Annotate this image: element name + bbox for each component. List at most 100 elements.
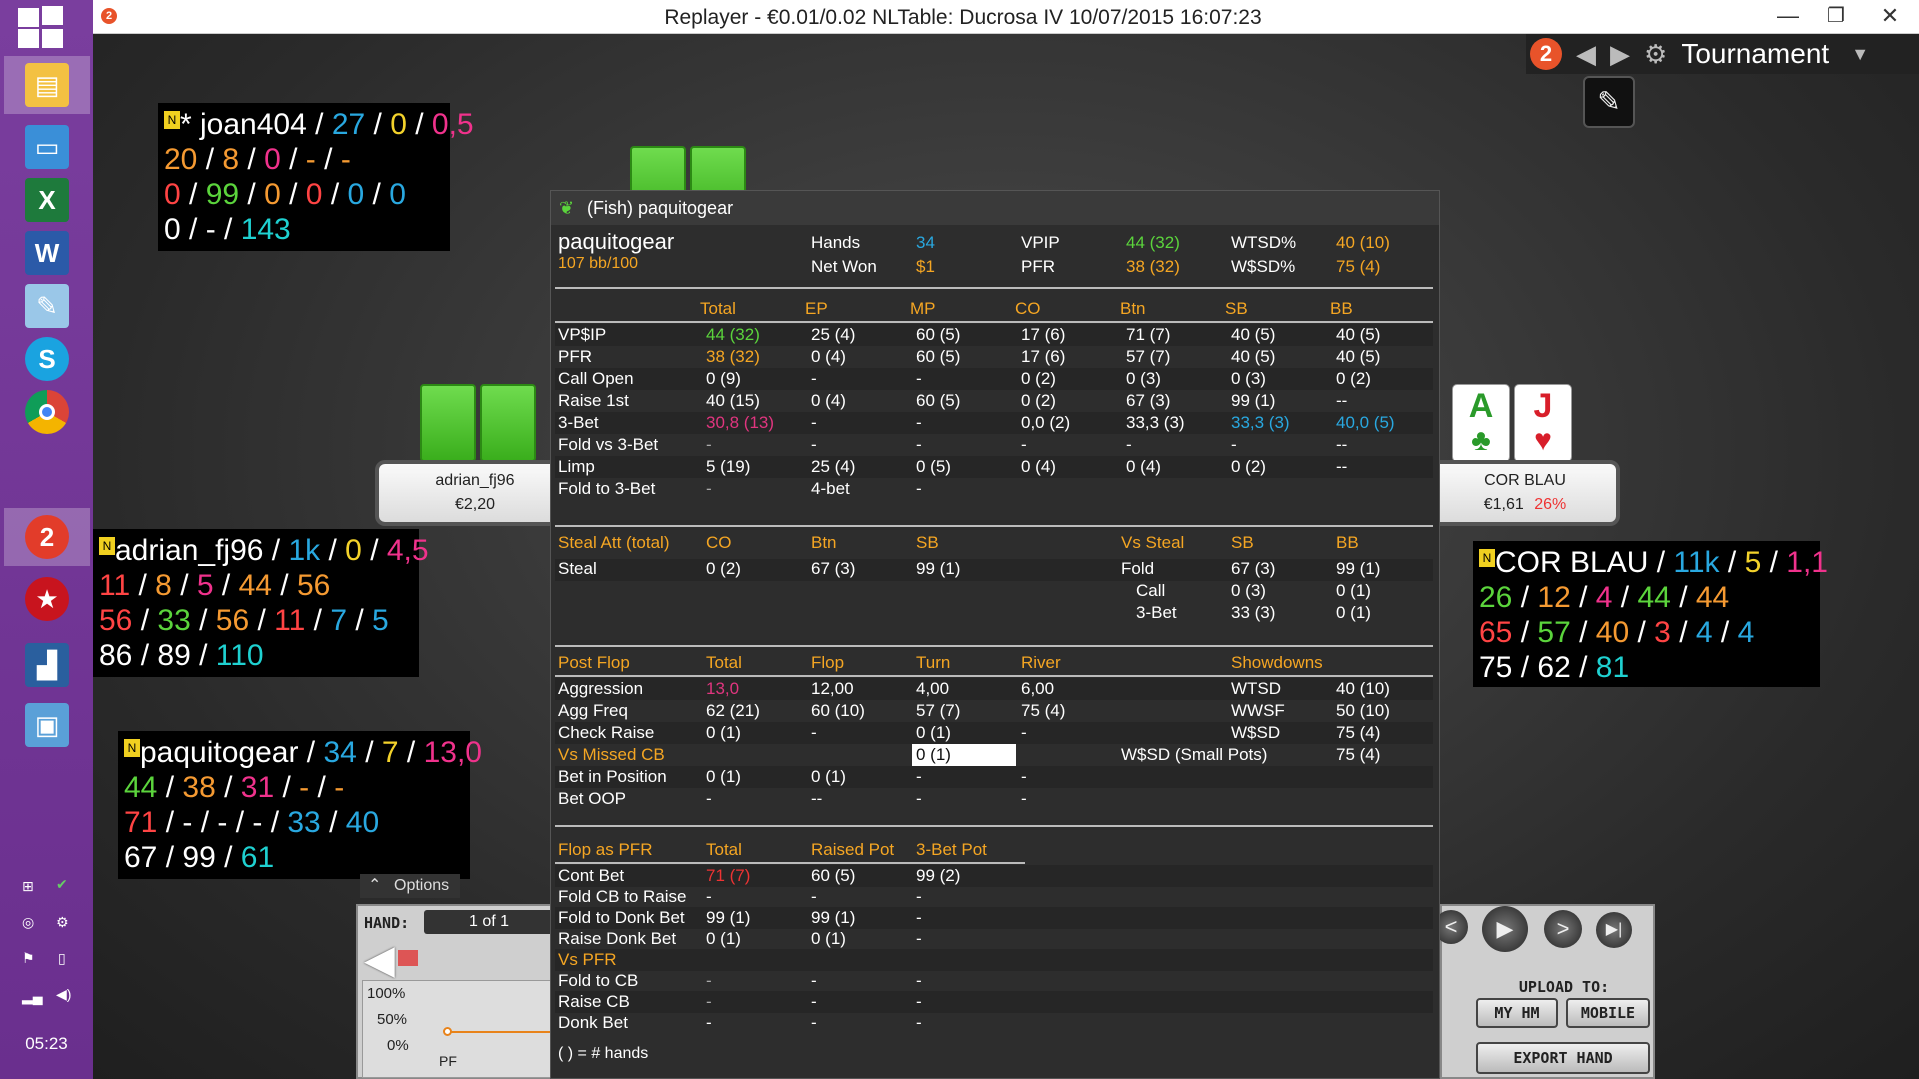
stat-cell: 71 (7) bbox=[706, 866, 751, 885]
summary-label: W$SD% bbox=[1231, 257, 1296, 276]
row-label: Call Open bbox=[558, 369, 634, 388]
stat-cell: - bbox=[811, 723, 817, 742]
hud-stat: 0 bbox=[347, 178, 365, 211]
clock[interactable]: 05:23 bbox=[0, 1034, 93, 1054]
hud-joan404[interactable]: N * joan404 / 27 / 0 / 0,5 20 / 8 / 0 / -… bbox=[158, 103, 474, 251]
start-button[interactable] bbox=[18, 6, 66, 48]
hole-card-ace-clubs: A ♣ bbox=[1452, 384, 1510, 462]
flag-icon[interactable]: ⚑ bbox=[22, 950, 35, 967]
seat-adrian[interactable]: adrian_fj96 €2,20 bbox=[375, 460, 575, 526]
upload-label: UPLOAD TO: bbox=[1518, 978, 1610, 996]
next-street-icon[interactable]: > bbox=[1544, 910, 1582, 948]
seat-percent: 26% bbox=[1534, 496, 1567, 513]
options-toggle[interactable]: ⌃ Options bbox=[360, 874, 460, 898]
hud-stat: 0 bbox=[164, 178, 181, 211]
remote-desktop-app[interactable]: ▭ bbox=[4, 118, 90, 176]
chrome-app[interactable] bbox=[4, 383, 90, 441]
stat-cell: 0 (3) bbox=[1231, 369, 1266, 388]
stat-cell: - bbox=[811, 369, 817, 388]
upload-my-hm-button[interactable]: MY HM bbox=[1476, 998, 1558, 1028]
notes-badge-icon[interactable]: N bbox=[1479, 549, 1495, 567]
stat-cell: 0 (1) bbox=[1336, 581, 1371, 600]
summary-value: 44 (32) bbox=[1126, 233, 1180, 252]
word-app[interactable]: W bbox=[4, 224, 90, 282]
hud-stat: 143 bbox=[240, 213, 291, 246]
stat-cell: -- bbox=[1336, 435, 1348, 454]
hud-stat: 67 bbox=[124, 841, 158, 874]
row-label: Bet in Position bbox=[558, 767, 667, 786]
hm-logo-icon[interactable]: 2 bbox=[1530, 38, 1562, 70]
signal-icon[interactable]: ▂▄ bbox=[22, 988, 43, 1005]
hud-stat: / bbox=[1570, 581, 1596, 614]
stat-cell: 99 (1) bbox=[916, 559, 961, 578]
skype-tray-icon[interactable]: ◎ bbox=[22, 914, 34, 931]
mode-dropdown[interactable]: Tournament bbox=[1681, 38, 1829, 70]
stat-cell: 0 (4) bbox=[1126, 457, 1161, 476]
windows-icon[interactable]: ⊞ bbox=[22, 878, 34, 895]
hud-stat: / bbox=[1670, 616, 1696, 649]
seat-cor-blau[interactable]: COR BLAU €1,61 26% bbox=[1430, 460, 1620, 526]
column-header: CO bbox=[706, 533, 732, 552]
hud-stat: / bbox=[1648, 546, 1674, 579]
hud-row: 0 / 99 / 0 / 0 / 0 / 0 bbox=[164, 177, 444, 212]
holdem-manager-app[interactable]: 2 bbox=[4, 508, 90, 566]
minimize-button[interactable]: — bbox=[1763, 0, 1813, 34]
tray-app-icon[interactable]: ✔ bbox=[56, 876, 68, 893]
column-header: Total bbox=[706, 840, 742, 859]
prev-table-icon[interactable]: ◀ bbox=[1576, 39, 1596, 70]
row-stripe bbox=[555, 368, 1433, 390]
notes-badge-icon[interactable]: N bbox=[164, 111, 180, 129]
stat-cell: 60 (5) bbox=[811, 866, 856, 885]
chart-app[interactable]: ▟ bbox=[4, 636, 90, 694]
seat-stack: €1,61 bbox=[1483, 496, 1524, 513]
hud-adrian-fj96[interactable]: Nadrian_fj96 / 1k / 0 / 4,5 11 / 8 / 5 /… bbox=[93, 529, 429, 677]
export-hand-button[interactable]: EXPORT HAND bbox=[1476, 1042, 1650, 1074]
hud-paquitogear[interactable]: Npaquitogear / 34 / 7 / 13,0 44 / 38 / 3… bbox=[118, 731, 482, 879]
volume-icon[interactable]: ◀) bbox=[56, 986, 71, 1003]
hud-stat: / bbox=[157, 771, 183, 804]
showdown-label: W$SD bbox=[1231, 723, 1281, 742]
popup-title-bar[interactable]: ❦ (Fish) paquitogear bbox=[551, 191, 1439, 225]
next-table-icon[interactable]: ▶ bbox=[1610, 39, 1630, 70]
excel-app[interactable]: X bbox=[4, 171, 90, 229]
restore-button[interactable]: ❐ bbox=[1811, 0, 1861, 34]
slider-thumb[interactable] bbox=[398, 950, 418, 966]
play-button[interactable]: ▶ bbox=[1482, 906, 1528, 952]
gear-icon[interactable]: ⚙ bbox=[1644, 39, 1667, 70]
hud-cor-blau[interactable]: N COR BLAU / 11k / 5 / 1,1 26 / 12 / 4 / … bbox=[1473, 541, 1828, 687]
notes-badge-icon[interactable]: N bbox=[124, 739, 140, 757]
row-stripe bbox=[555, 412, 1433, 434]
pokerstars-app[interactable]: ★ bbox=[4, 570, 90, 628]
stat-cell: 0,0 (2) bbox=[1021, 413, 1071, 432]
upload-mobile-button[interactable]: MOBILE bbox=[1566, 998, 1650, 1028]
battery-icon[interactable]: ▯ bbox=[58, 950, 66, 967]
row-label: 3-Bet bbox=[1136, 603, 1177, 622]
column-header: EP bbox=[805, 299, 828, 318]
card-back bbox=[420, 384, 476, 462]
replay-controls: < ▶ > ▶| UPLOAD TO: MY HM MOBILE EXPORT … bbox=[1434, 904, 1655, 1079]
seat-player-name: COR BLAU bbox=[1484, 472, 1566, 489]
close-button[interactable]: ✕ bbox=[1865, 0, 1915, 34]
chevron-down-icon[interactable]: ▼ bbox=[1851, 44, 1869, 65]
popup-title: (Fish) paquitogear bbox=[587, 198, 734, 218]
stat-cell: 0 (4) bbox=[811, 391, 846, 410]
edit-notes-button[interactable]: ✎ bbox=[1583, 76, 1635, 128]
skype-app[interactable]: S bbox=[4, 330, 90, 388]
stat-cell: 5 (19) bbox=[706, 457, 751, 476]
photos-app[interactable]: ▣ bbox=[4, 696, 90, 754]
hud-stat: 5 bbox=[196, 569, 214, 602]
hand-counter[interactable]: 1 of 1 bbox=[424, 910, 554, 934]
row-label: Cont Bet bbox=[558, 866, 625, 885]
notes-badge-icon[interactable]: N bbox=[99, 537, 115, 555]
hud-stat: / bbox=[347, 604, 373, 637]
notepad-app[interactable]: ✎ bbox=[4, 277, 90, 335]
hud-row: N COR BLAU / 11k / 5 / 1,1 bbox=[1479, 545, 1828, 580]
settings-tray-icon[interactable]: ⚙ bbox=[56, 914, 69, 931]
column-header: Steal Att (total) bbox=[558, 533, 670, 552]
skip-end-icon[interactable]: ▶| bbox=[1596, 912, 1632, 948]
hud-stat: - bbox=[334, 771, 345, 804]
stat-cell: - bbox=[1021, 723, 1027, 742]
column-header: Vs Steal bbox=[1121, 533, 1185, 552]
back-arrow-icon[interactable]: ◀ bbox=[364, 940, 395, 980]
file-explorer-app[interactable]: ▤ bbox=[4, 56, 90, 114]
